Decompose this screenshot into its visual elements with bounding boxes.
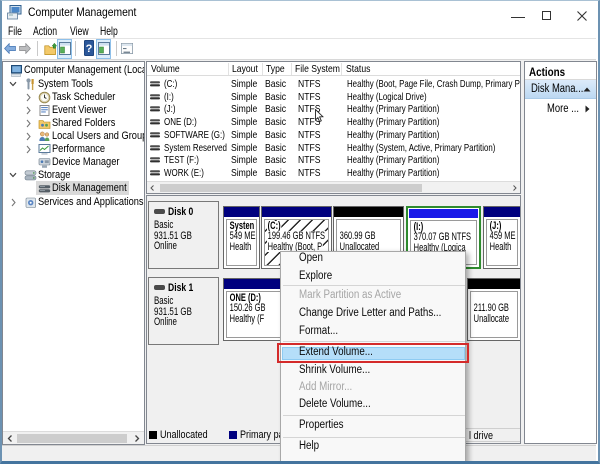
svg-text:?: ? [86, 43, 93, 55]
